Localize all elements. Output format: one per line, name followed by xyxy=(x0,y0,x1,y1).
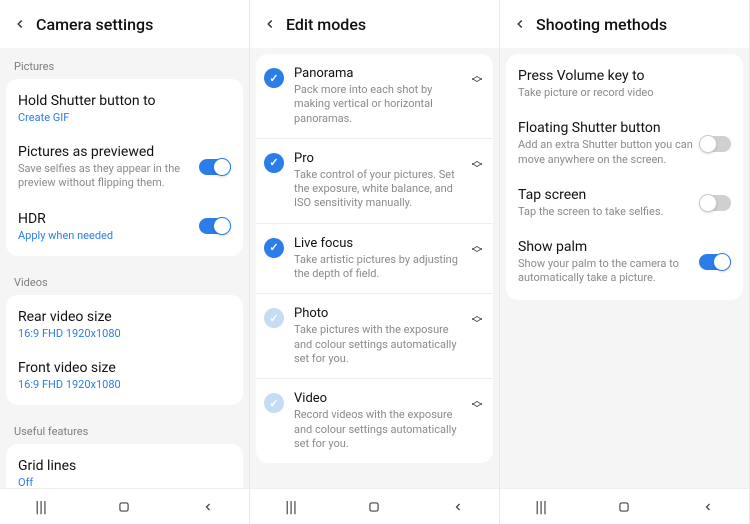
toggle-show-palm[interactable] xyxy=(699,254,731,270)
content-scroll[interactable]: ✓ Panorama Pack more into each shot by m… xyxy=(250,48,499,524)
recents-icon[interactable]: ||| xyxy=(35,497,47,516)
reorder-handle[interactable]: ︿﹀ xyxy=(469,397,485,413)
toggle-pictures-previewed[interactable] xyxy=(199,159,231,175)
mode-desc: Pack more into each shot by making verti… xyxy=(294,83,463,126)
item-hold-shutter[interactable]: Hold Shutter button to Create GIF xyxy=(6,83,243,134)
item-desc: Take picture or record video xyxy=(518,86,731,100)
toggle-floating-shutter[interactable] xyxy=(699,136,731,152)
nav-back-icon[interactable] xyxy=(202,501,214,513)
item-pictures-previewed[interactable]: Pictures as previewed Save selfies as th… xyxy=(6,134,243,201)
reorder-handle[interactable]: ︿﹀ xyxy=(469,72,485,88)
mode-desc: Record videos with the exposure and colo… xyxy=(294,408,463,451)
mode-panorama[interactable]: ✓ Panorama Pack more into each shot by m… xyxy=(256,54,493,138)
item-value: 16:9 FHD 1920x1080 xyxy=(18,327,231,340)
mode-text: Pro Take control of your pictures. Set t… xyxy=(294,151,469,211)
header: Edit modes xyxy=(250,0,499,48)
card-pictures: Hold Shutter button to Create GIF Pictur… xyxy=(6,79,243,256)
item-title: Pictures as previewed xyxy=(18,144,231,160)
section-useful: Useful features xyxy=(0,413,249,444)
nav-back-icon[interactable] xyxy=(702,501,714,513)
mode-text: Panorama Pack more into each shot by mak… xyxy=(294,66,469,126)
page-title: Edit modes xyxy=(286,15,366,34)
item-show-palm[interactable]: Show palm Show your palm to the camera t… xyxy=(506,229,743,296)
check-icon[interactable]: ✓ xyxy=(264,238,284,258)
reorder-handle[interactable]: ︿﹀ xyxy=(469,157,485,173)
reorder-handle[interactable]: ︿﹀ xyxy=(469,312,485,328)
check-icon: ✓ xyxy=(264,393,284,413)
item-title: Hold Shutter button to xyxy=(18,93,231,109)
mode-photo[interactable]: ✓ Photo Take pictures with the exposure … xyxy=(256,293,493,378)
mode-title: Photo xyxy=(294,306,463,321)
check-icon[interactable]: ✓ xyxy=(264,68,284,88)
mode-title: Panorama xyxy=(294,66,463,81)
section-pictures: Pictures xyxy=(0,48,249,79)
item-title: Floating Shutter button xyxy=(518,120,731,136)
mode-title: Video xyxy=(294,391,463,406)
page-title: Camera settings xyxy=(36,15,153,34)
item-hdr[interactable]: HDR Apply when needed xyxy=(6,201,243,252)
nav-back-icon[interactable] xyxy=(452,501,464,513)
item-value: Off xyxy=(18,476,231,489)
home-icon[interactable] xyxy=(367,500,381,514)
mode-title: Live focus xyxy=(294,236,463,251)
mode-text: Live focus Take artistic pictures by adj… xyxy=(294,236,469,282)
item-tap-screen[interactable]: Tap screen Tap the screen to take selfie… xyxy=(506,177,743,229)
back-icon[interactable] xyxy=(258,12,282,36)
nav-bar: ||| xyxy=(250,488,499,524)
nav-bar: ||| xyxy=(0,488,249,524)
check-icon[interactable]: ✓ xyxy=(264,153,284,173)
card-shooting: Press Volume key to Take picture or reco… xyxy=(506,54,743,300)
content-scroll[interactable]: Pictures Hold Shutter button to Create G… xyxy=(0,48,249,524)
mode-desc: Take pictures with the exposure and colo… xyxy=(294,323,463,366)
mode-live-focus[interactable]: ✓ Live focus Take artistic pictures by a… xyxy=(256,223,493,294)
back-icon[interactable] xyxy=(508,12,532,36)
page-title: Shooting methods xyxy=(536,15,667,34)
nav-bar: ||| xyxy=(500,488,749,524)
recents-icon[interactable]: ||| xyxy=(535,497,547,516)
toggle-hdr[interactable] xyxy=(199,218,231,234)
item-front-video[interactable]: Front video size 16:9 FHD 1920x1080 xyxy=(6,350,243,401)
header: Shooting methods xyxy=(500,0,749,48)
item-value: 16:9 FHD 1920x1080 xyxy=(18,378,231,391)
item-rear-video[interactable]: Rear video size 16:9 FHD 1920x1080 xyxy=(6,299,243,350)
mode-desc: Take artistic pictures by adjusting the … xyxy=(294,253,463,282)
home-icon[interactable] xyxy=(117,500,131,514)
item-title: Front video size xyxy=(18,360,231,376)
check-icon: ✓ xyxy=(264,308,284,328)
content-scroll[interactable]: Press Volume key to Take picture or reco… xyxy=(500,48,749,524)
item-title: Rear video size xyxy=(18,309,231,325)
item-title: Show palm xyxy=(518,239,731,255)
mode-pro[interactable]: ✓ Pro Take control of your pictures. Set… xyxy=(256,138,493,223)
home-icon[interactable] xyxy=(617,500,631,514)
mode-list: ✓ Panorama Pack more into each shot by m… xyxy=(256,54,493,463)
item-floating-shutter[interactable]: Floating Shutter button Add an extra Shu… xyxy=(506,110,743,177)
panel-edit-modes: Edit modes ✓ Panorama Pack more into eac… xyxy=(250,0,500,524)
mode-title: Pro xyxy=(294,151,463,166)
header: Camera settings xyxy=(0,0,249,48)
item-volume-key[interactable]: Press Volume key to Take picture or reco… xyxy=(506,58,743,110)
panel-camera-settings: Camera settings Pictures Hold Shutter bu… xyxy=(0,0,250,524)
mode-text: Photo Take pictures with the exposure an… xyxy=(294,306,469,366)
item-value: Create GIF xyxy=(18,111,231,124)
card-videos: Rear video size 16:9 FHD 1920x1080 Front… xyxy=(6,295,243,405)
mode-video[interactable]: ✓ Video Record videos with the exposure … xyxy=(256,378,493,463)
item-value: Apply when needed xyxy=(18,229,231,242)
back-icon[interactable] xyxy=(8,12,32,36)
reorder-handle[interactable]: ︿﹀ xyxy=(469,242,485,258)
recents-icon[interactable]: ||| xyxy=(285,497,297,516)
item-title: Press Volume key to xyxy=(518,68,731,84)
item-title: Grid lines xyxy=(18,458,231,474)
section-videos: Videos xyxy=(0,264,249,295)
mode-desc: Take control of your pictures. Set the e… xyxy=(294,168,463,211)
panel-shooting-methods: Shooting methods Press Volume key to Tak… xyxy=(500,0,750,524)
mode-text: Video Record videos with the exposure an… xyxy=(294,391,469,451)
toggle-tap-screen[interactable] xyxy=(699,195,731,211)
